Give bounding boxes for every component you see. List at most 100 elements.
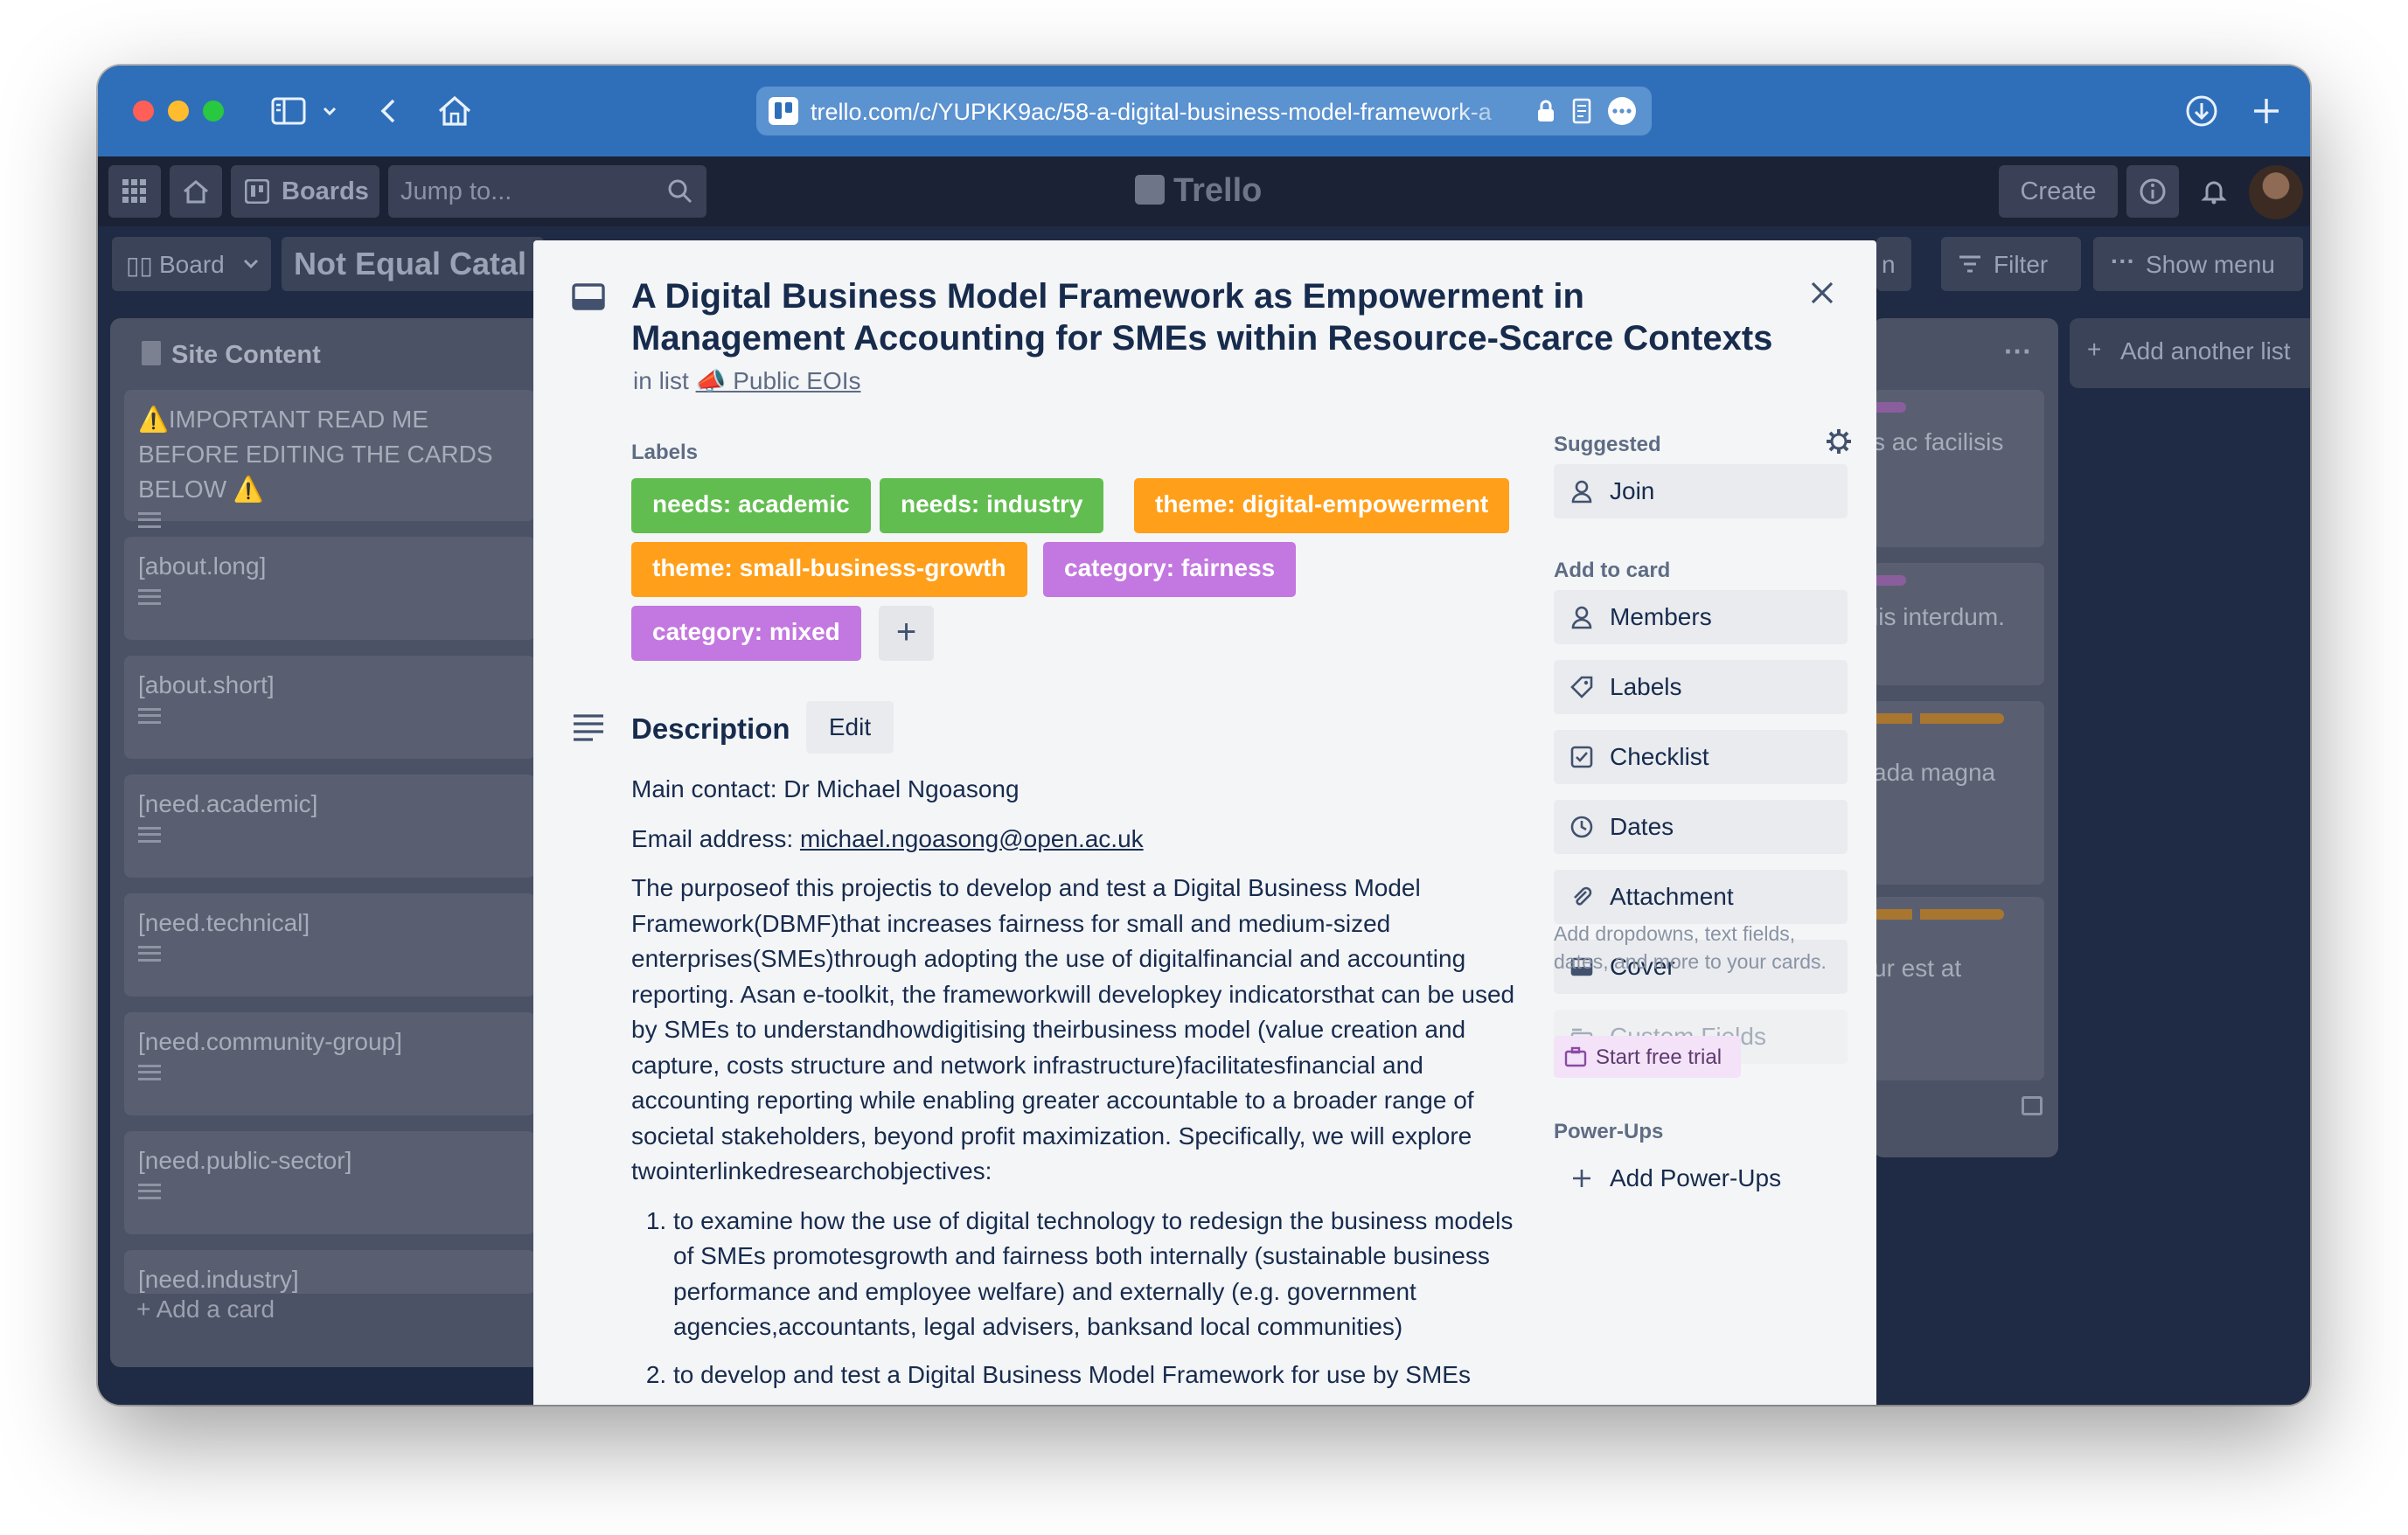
search-placeholder: Jump to...	[400, 177, 512, 205]
labels-button[interactable]: Labels	[1554, 660, 1848, 714]
card-icon	[572, 283, 605, 310]
paperclip-icon	[1574, 886, 1592, 906]
description-icon	[138, 1184, 161, 1199]
show-menu-button[interactable]: ··· Show menu	[2093, 237, 2303, 291]
person-icon	[1571, 480, 1592, 504]
description-icon	[574, 714, 603, 741]
objectives-list: to examine how the use of digital techno…	[631, 1204, 1532, 1393]
add-card-button[interactable]: + Add a card	[136, 1295, 275, 1323]
suggested-heading: Suggested	[1554, 433, 1661, 456]
home-nav-icon[interactable]	[170, 165, 222, 218]
join-button[interactable]: Join	[1554, 464, 1848, 518]
url-text: trello.com/c/YUPKK9ac/58-a-digital-busin…	[811, 99, 1492, 125]
close-window-button[interactable]	[133, 101, 154, 122]
board-header-partial-button[interactable]: n	[1876, 237, 1911, 291]
gear-icon[interactable]	[1825, 427, 1853, 455]
plus-icon: +	[136, 1295, 157, 1323]
trello-logo-icon	[1135, 175, 1165, 205]
list-card[interactable]: [need.community-group]	[124, 1012, 535, 1115]
power-ups-heading: Power-Ups	[1554, 1120, 1664, 1143]
description-icon	[138, 1065, 161, 1080]
sidebar-toggle-icon[interactable]	[269, 92, 308, 130]
email-link[interactable]: michael.ngoasong@open.ac.uk	[800, 825, 1144, 852]
label-chip[interactable]: needs: academic	[631, 478, 871, 533]
plus-icon: +	[895, 613, 917, 651]
members-button[interactable]: Members	[1554, 590, 1848, 644]
start-free-trial-button[interactable]: Start free trial	[1554, 1036, 1741, 1078]
list-card[interactable]: ada magna	[1873, 701, 2044, 885]
board-view-switcher[interactable]: ▯▯ Board	[112, 237, 271, 291]
add-another-list-button[interactable]: + Add another list	[2070, 318, 2310, 388]
list-link[interactable]: 📣 Public EOIs	[696, 367, 861, 394]
checklist-button[interactable]: Checklist	[1554, 730, 1848, 784]
browser-window: trello.com/c/YUPKK9ac/58-a-digital-busin…	[98, 66, 2310, 1405]
more-options-icon[interactable]	[1606, 95, 1638, 127]
list-title[interactable]: Site Content	[142, 341, 321, 370]
add-label-button[interactable]: +	[879, 606, 934, 661]
dates-button[interactable]: Dates	[1554, 800, 1848, 854]
label-chip[interactable]: theme: small-business-growth	[631, 542, 1027, 597]
add-power-ups-button[interactable]: Add Power-Ups	[1554, 1151, 1848, 1205]
close-icon[interactable]	[1806, 277, 1838, 309]
card-title[interactable]: A Digital Business Model Framework as Em…	[631, 275, 1785, 359]
checkbox-icon	[1570, 746, 1593, 768]
description-icon	[138, 589, 161, 605]
list-card[interactable]: s ac facilisis	[1873, 390, 2044, 547]
list-card[interactable]: [need.academic]	[124, 774, 535, 878]
boards-button[interactable]: Boards	[231, 165, 379, 218]
list-card[interactable]: [need.public-sector]	[124, 1131, 535, 1234]
card-list-location: in list 📣 Public EOIs	[633, 367, 861, 394]
reader-icon[interactable]	[1569, 97, 1594, 125]
minimize-window-button[interactable]	[168, 101, 189, 122]
labels-heading: Labels	[631, 441, 699, 464]
info-icon[interactable]	[2126, 165, 2179, 218]
label-chip[interactable]: theme: digital-empowerment	[1134, 478, 1510, 533]
list-menu-icon[interactable]: ···	[2004, 336, 2032, 368]
list-card[interactable]: lis interdum.	[1873, 563, 2044, 685]
pin-icon	[142, 341, 161, 365]
back-arrow-icon[interactable]	[376, 92, 402, 130]
description-icon	[138, 512, 161, 528]
card-description[interactable]: Main contact: Dr Michael Ngoasong Email …	[631, 772, 1532, 1393]
board-title[interactable]: Not Equal Catal	[282, 237, 544, 291]
zoom-window-button[interactable]	[203, 101, 224, 122]
trello-favicon-icon	[769, 97, 798, 125]
create-button[interactable]: Create	[1999, 165, 2118, 218]
chevron-down-icon	[243, 259, 259, 269]
browser-toolbar: trello.com/c/YUPKK9ac/58-a-digital-busin…	[98, 66, 2310, 156]
filter-button[interactable]: Filter	[1941, 237, 2081, 291]
add-to-card-heading: Add to card	[1554, 559, 1671, 582]
email-line: Email address: michael.ngoasong@open.ac.…	[631, 824, 1144, 852]
address-bar[interactable]: trello.com/c/YUPKK9ac/58-a-digital-busin…	[756, 87, 1652, 135]
edit-description-button[interactable]: Edit	[806, 701, 894, 754]
plus-icon: +	[2087, 336, 2102, 363]
new-tab-icon[interactable]	[2247, 92, 2286, 130]
download-icon[interactable]	[2182, 92, 2221, 130]
card-detail-modal: A Digital Business Model Framework as Em…	[533, 240, 1876, 1405]
list-card[interactable]: [about.short]	[124, 656, 535, 759]
attachment-button[interactable]: Attachment	[1554, 870, 1848, 924]
list-site-content: Site Content ⚠️IMPORTANT READ ME BEFORE …	[110, 318, 547, 1367]
list-card[interactable]: [need.industry]	[124, 1250, 535, 1294]
search-input[interactable]: Jump to...	[388, 165, 706, 218]
list-card[interactable]: [need.technical]	[124, 893, 535, 997]
list-item: to examine how the use of digital techno…	[673, 1204, 1532, 1345]
list-card[interactable]: ⚠️IMPORTANT READ ME BEFORE EDITING THE C…	[124, 390, 535, 528]
notifications-bell-icon[interactable]	[2188, 165, 2240, 218]
avatar[interactable]	[2249, 165, 2303, 219]
trello-top-nav: Boards Jump to... Trello Create	[98, 156, 2310, 226]
description-body: The purposeof this projectis to develop …	[631, 874, 1515, 1184]
label-chip[interactable]: category: fairness	[1043, 542, 1297, 597]
list-item: to develop and test a Digital Business M…	[673, 1358, 1532, 1393]
home-icon[interactable]	[435, 92, 474, 130]
label-chip[interactable]: category: mixed	[631, 606, 861, 661]
list-card[interactable]: ur est at	[1873, 897, 2044, 1080]
person-icon	[1571, 606, 1592, 629]
apps-grid-icon[interactable]	[108, 165, 161, 218]
list-card[interactable]: [about.long]	[124, 537, 535, 640]
label-chip[interactable]: needs: industry	[880, 478, 1104, 533]
chevron-down-icon[interactable]	[320, 92, 339, 130]
search-icon	[668, 179, 692, 204]
trello-logo: Trello	[1135, 172, 1262, 211]
card-template-icon[interactable]	[2022, 1096, 2043, 1115]
